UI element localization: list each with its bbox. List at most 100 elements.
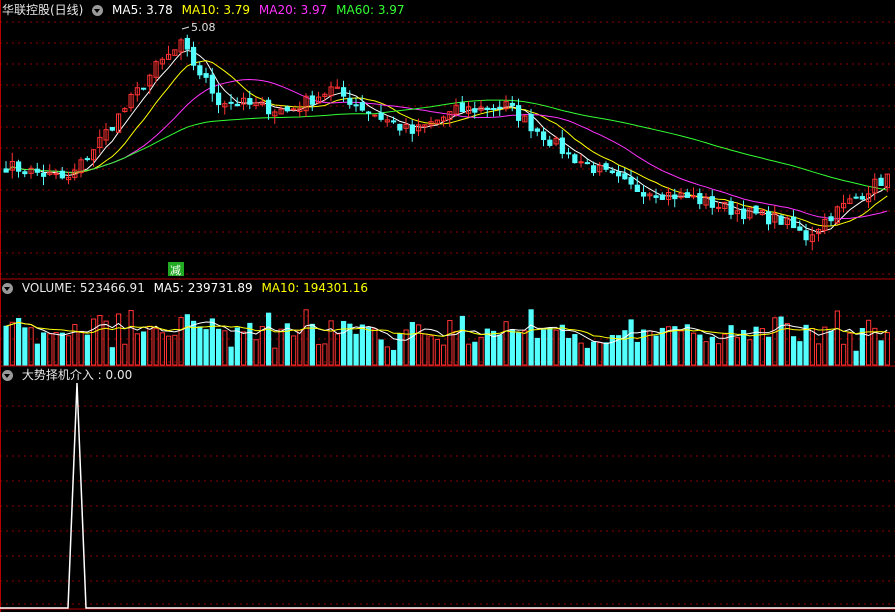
ma10-value: MA10: 3.79 [181, 3, 251, 17]
volume-bar [328, 320, 334, 366]
volume-bar [134, 333, 140, 366]
volume-bar [266, 312, 272, 366]
chart-canvas[interactable]: 5.08 减 [0, 0, 895, 612]
candle-body [228, 101, 234, 104]
volume-bar [472, 341, 478, 366]
volume-bar [303, 309, 309, 366]
volume-bar [809, 328, 815, 366]
volume-bar [584, 347, 590, 366]
volume-bar [397, 333, 403, 366]
volume-ma5-value: MA5: 239731.89 [153, 281, 253, 295]
candle-body [578, 161, 584, 164]
candle-body [628, 177, 634, 185]
candle-body [353, 104, 359, 107]
candle-body [291, 108, 297, 111]
volume-bar [28, 327, 34, 366]
volume-bar [609, 335, 615, 366]
volume-bar [409, 322, 415, 366]
candle-body [853, 196, 859, 199]
volume-bar [41, 332, 47, 366]
candlesticks[interactable] [3, 34, 890, 251]
volume-bar [97, 315, 103, 366]
volume-bar [278, 328, 284, 366]
high-price-label: 5.08 [191, 21, 216, 34]
candle-body [216, 92, 222, 106]
volume-bar [372, 328, 378, 366]
volume-bar [547, 327, 553, 366]
volume-bar [78, 330, 84, 366]
volume-bar [766, 336, 772, 366]
volume-bar [59, 332, 65, 366]
volume-bar [697, 334, 703, 366]
stock-title[interactable]: 华联控股(日线) [2, 3, 83, 17]
candle-body [209, 74, 215, 94]
volume-value: VOLUME: 523466.91 [21, 281, 145, 295]
candle-body [484, 107, 490, 110]
candle-body [266, 99, 272, 115]
volume-bar [778, 316, 784, 366]
candle-body [697, 193, 703, 205]
candle-body [234, 103, 240, 107]
candle-body [709, 196, 715, 208]
dropdown-circle-icon[interactable] [2, 283, 13, 294]
candle-body [641, 192, 647, 197]
candle-body [491, 108, 497, 111]
candle-body [109, 126, 115, 131]
dropdown-circle-icon[interactable] [92, 5, 104, 16]
candle-body [203, 73, 209, 78]
candle-body [791, 216, 797, 229]
candle-body [378, 112, 384, 120]
volume-bar [866, 319, 872, 366]
candle-body [53, 173, 59, 176]
volume-bar [172, 334, 178, 366]
volume-bar [478, 336, 484, 366]
candle-body [672, 194, 678, 200]
candle-body [247, 98, 253, 105]
volume-bar [641, 329, 647, 366]
volume-panel-header: VOLUME: 523466.91 MA5: 239731.89 MA10: 1… [2, 280, 373, 296]
signal-marker-label: 减 [170, 264, 181, 277]
volume-ma10-value: MA10: 194301.16 [261, 281, 369, 295]
volume-bar [297, 329, 303, 366]
volume-bar [603, 342, 609, 366]
volume-bar [216, 328, 222, 366]
candle-body [622, 173, 628, 180]
volume-bar [434, 338, 440, 366]
volume-bar [253, 339, 259, 366]
volume-bar [153, 328, 159, 366]
volume-bars[interactable] [3, 309, 890, 366]
ma60-value: MA60: 3.97 [336, 3, 405, 17]
dropdown-circle-icon[interactable] [2, 370, 13, 381]
volume-bar [572, 334, 578, 366]
candle-body [741, 208, 747, 220]
volume-bar [391, 349, 397, 366]
volume-bar [241, 331, 247, 366]
volume-bar [159, 332, 165, 366]
volume-bar [234, 327, 240, 366]
volume-bar [184, 314, 190, 366]
candle-body [84, 158, 90, 161]
moving-average-lines [5, 49, 888, 233]
volume-bar [541, 329, 547, 366]
volume-bar [534, 337, 540, 366]
volume-bar [628, 319, 634, 366]
candle-body [16, 161, 22, 172]
volume-bar [66, 335, 72, 366]
volume-bar [428, 335, 434, 366]
volume-bar [591, 341, 597, 366]
volume-bar [559, 324, 565, 366]
ma20-line [5, 78, 888, 220]
candle-body [528, 113, 534, 132]
volume-bar [772, 317, 778, 366]
candle-body [603, 163, 609, 170]
ma5-value: MA5: 3.78 [112, 3, 173, 17]
volume-bar [9, 321, 15, 366]
volume-bar [178, 317, 184, 366]
volume-bar [709, 336, 715, 366]
volume-bar [284, 323, 290, 366]
high-price-pointer [181, 26, 190, 30]
candle-body [509, 102, 515, 106]
candle-body [516, 105, 522, 121]
volume-bar [166, 335, 172, 366]
candle-body [372, 114, 378, 117]
